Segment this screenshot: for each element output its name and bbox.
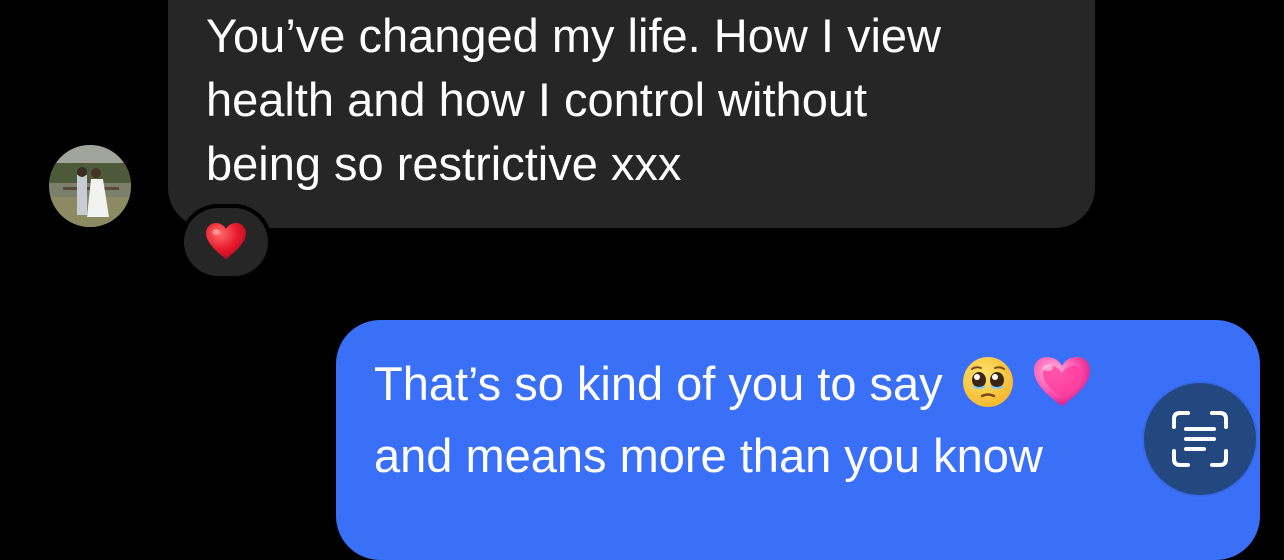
live-text-scan-icon [1172, 411, 1228, 467]
incoming-message-text: You’ve changed my life. How I view healt… [206, 9, 941, 190]
heart-emoji-icon [206, 223, 246, 259]
reaction-container [184, 208, 268, 276]
live-text-scan-button[interactable] [1144, 383, 1256, 495]
outgoing-message-text: That’s so kind of you to say and means m… [374, 352, 1220, 488]
incoming-message-bubble[interactable]: You’ve changed my life. How I view healt… [168, 0, 1095, 228]
message-reaction[interactable] [180, 204, 272, 280]
outgoing-message-line1: That’s so kind of you to say [374, 357, 943, 410]
avatar-photo [49, 145, 131, 227]
outgoing-message-bubble[interactable]: That’s so kind of you to say and means m… [336, 320, 1260, 560]
growing-heart-emoji-icon [1033, 356, 1091, 424]
contact-avatar[interactable] [49, 145, 131, 227]
pleading-face-emoji-icon [962, 356, 1014, 424]
outgoing-message-line2: and means more than you know [374, 429, 1043, 482]
